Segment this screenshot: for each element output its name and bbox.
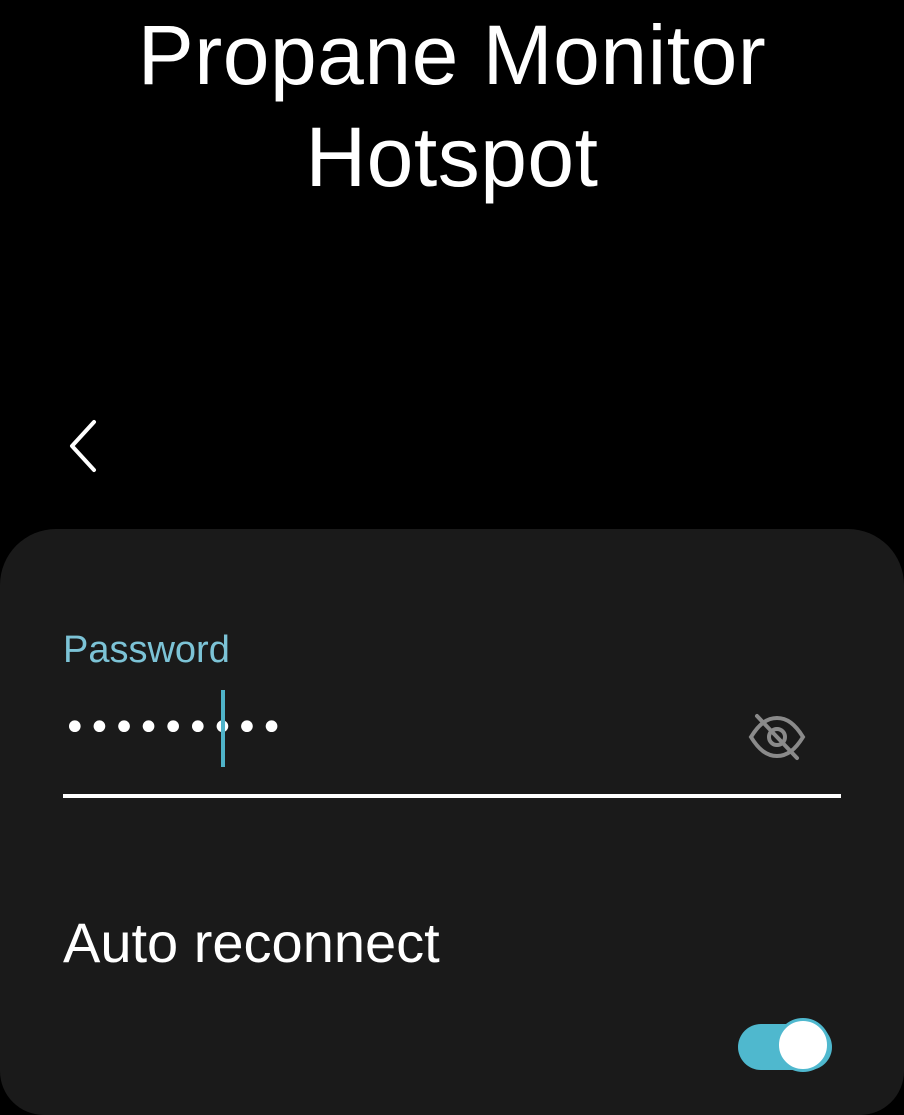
password-input-value[interactable]: ••••••••• [63,704,284,752]
eye-off-icon [748,714,806,760]
password-field[interactable]: ••••••••• [63,684,841,798]
password-field-underline [63,794,841,798]
show-password-button[interactable] [745,710,809,764]
back-button[interactable] [52,410,116,482]
toggle-thumb [776,1018,830,1072]
wifi-password-screen: Propane Monitor Hotspot Password •••••••… [0,0,904,1115]
text-cursor [221,690,225,767]
title-line-2: Hotspot [305,110,599,204]
title-line-1: Propane Monitor [137,8,767,102]
auto-reconnect-toggle[interactable] [738,1017,834,1077]
page-title: Propane Monitor Hotspot [0,4,904,208]
chevron-left-icon [70,420,96,472]
password-label: Password [63,629,230,671]
auto-reconnect-label: Auto reconnect [63,911,440,974]
